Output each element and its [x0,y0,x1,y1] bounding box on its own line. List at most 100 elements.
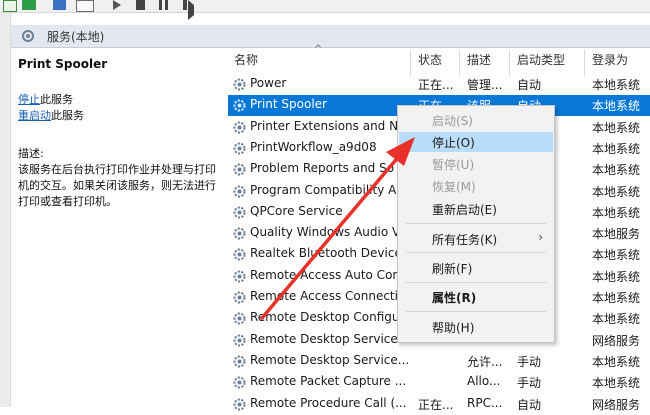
service-row[interactable]: Remote Procedure Call (... 正在... RPC... 自动 网… [228,394,650,415]
view-icon[interactable] [76,0,94,12]
service-logon: 本地系统 [592,291,641,305]
menu-item-label: 停止(O) [432,136,475,150]
service-row[interactable]: Remote Desktop Service... 允许... 手动 本地系统 [228,351,650,372]
service-name: Realtek Bluetooth Device [250,246,402,261]
column-divider[interactable] [410,50,411,76]
service-gear-icon [233,227,246,240]
menu-separator [406,223,546,224]
service-logon: 本地系统 [592,141,641,156]
service-gear-icon [233,355,246,368]
service-gear-icon [233,376,246,389]
menu-item[interactable]: 重新启动(E) [399,199,553,219]
service-row[interactable]: Power 正在... 管理... 自动 本地系统 [228,74,650,95]
sort-ascending-icon: ^ [314,44,323,55]
submenu-arrow-icon: › [538,230,543,244]
service-logon: 本地系统 [592,120,641,135]
service-logon: 本地系统 [592,354,641,369]
service-name: Print Spooler [250,97,327,112]
restart-suffix: 此服务 [51,109,84,122]
service-logon: 本地服务 [592,227,641,242]
service-name: Program Compatibility A [250,182,397,197]
menu-item[interactable]: 属性(R) [399,287,553,307]
service-description: 允许... [467,354,503,369]
selected-service-name: Print Spooler [18,57,108,71]
service-description: 管理... [467,78,503,92]
restart-service-link[interactable]: 重启动 [18,109,51,122]
service-gear-icon [233,312,246,325]
service-name: QPCore Service [250,203,343,218]
service-gear-icon [233,248,246,261]
service-logon: 网络服务 [592,397,641,412]
service-logon: 本地系统 [592,205,641,220]
export-icon[interactable] [22,0,36,10]
service-name: Remote Desktop Configu [250,310,400,325]
column-header-status[interactable]: 状态 [418,51,442,73]
service-startup-type: 自动 [517,397,542,412]
column-header-logon[interactable]: 登录为 [592,51,628,73]
service-gear-icon [233,163,246,176]
menu-separator [406,282,546,283]
service-gear-icon [233,99,246,112]
connect-icon[interactable] [3,0,17,12]
stop-service-link[interactable]: 停止 [18,93,40,106]
service-logon: 本地系统 [592,376,641,391]
service-gear-icon [233,398,246,410]
description-label: 描述: [18,147,44,160]
stop-action-line: 停止此服务 [18,92,223,108]
service-name: Quality Windows Audio V [250,225,401,240]
menu-item[interactable]: 帮助(H) [399,317,553,337]
service-name: Remote Access Auto Con [250,267,401,282]
column-header-description[interactable]: 描述 [467,51,491,73]
service-logon: 本地系统 [592,78,641,92]
service-name: Remote Desktop Services [250,331,405,346]
service-gear-icon [233,142,246,155]
column-divider[interactable] [584,50,585,76]
context-menu: 启动(S) 停止(O) 暂停(U) 恢复(M) 重新启动(E) 所有任务(K) › 刷新(F)… [397,105,555,343]
service-row[interactable]: Remote Packet Capture ... Allo... 手动 本地系统 [228,372,650,393]
service-gear-icon [233,334,246,347]
column-divider[interactable] [459,50,460,76]
service-logon: 本地系统 [592,163,641,178]
restart-icon[interactable] [183,0,187,10]
panel-title: 服务(本地) [47,30,105,44]
toolbar [0,0,650,20]
service-name: Printer Extensions and N [250,118,399,133]
menu-item[interactable]: 暂停(U) [399,154,553,174]
menu-item-label: 恢复(M) [432,180,476,194]
menu-item-label: 帮助(H) [432,321,475,335]
pause-icon[interactable] [159,0,162,10]
service-description-panel: Print Spooler 停止此服务 重启动此服务 描述: 该服务在后台执行打… [18,56,223,210]
service-description: Allo... [467,374,501,389]
service-startup-type: 手动 [517,376,542,391]
menu-item[interactable]: 停止(O) [399,132,553,152]
service-logon: 本地系统 [592,312,641,327]
play-icon[interactable] [113,0,121,10]
column-divider[interactable] [509,50,510,76]
stop-icon[interactable] [136,0,145,10]
service-name: Remote Desktop Service... [250,352,410,367]
menu-item[interactable]: 恢复(M) [399,176,553,196]
stop-suffix: 此服务 [40,93,73,106]
column-header-startup-type[interactable]: 启动类型 [517,51,565,73]
service-name: Remote Access Connecti [250,289,398,303]
menu-item[interactable]: 启动(S) [399,110,553,130]
column-header-name[interactable]: 名称 [234,51,258,73]
service-gear-icon [233,270,246,283]
service-logon: 本地系统 [592,248,641,263]
console-tree-strip [0,13,11,407]
service-name: Problem Reports and So [250,161,395,176]
menu-item-label: 重新启动(E) [432,203,497,217]
service-name: PrintWorkflow_a9d08 [250,139,377,154]
service-gear-icon [233,121,246,134]
service-startup-type: 手动 [517,354,542,369]
service-description: RPC... [467,395,503,410]
menu-item-label: 暂停(U) [432,158,475,172]
menu-item[interactable]: 刷新(F) [399,258,553,278]
service-gear-icon [233,291,246,304]
menu-item-label: 属性(R) [432,291,477,305]
service-startup-type: 自动 [517,78,542,92]
gear-icon [22,30,34,42]
menu-item-label: 启动(S) [432,114,473,128]
menu-item[interactable]: 所有任务(K) › [399,229,553,249]
help-icon[interactable] [53,0,66,10]
